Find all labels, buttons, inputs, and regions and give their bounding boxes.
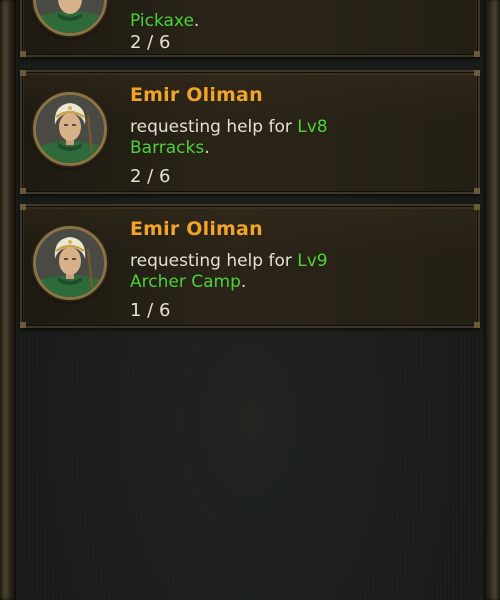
right-frame <box>484 0 500 600</box>
hero-portrait-icon[interactable] <box>33 226 107 300</box>
card-corner <box>20 204 26 210</box>
card-corner <box>20 322 26 328</box>
request-prefix: requesting help for <box>130 117 292 137</box>
request-text: requesting help for Lv9 Archer Camp. <box>130 251 360 293</box>
portrait-art <box>36 95 104 163</box>
alliance-help-screen: Pickaxe. 2 / 6 Emir Oliman requesting he… <box>0 0 500 600</box>
hero-portrait-icon[interactable] <box>33 0 107 36</box>
portrait-art <box>36 229 104 297</box>
help-request-card[interactable]: Emir Oliman requesting help for Lv9 Arch… <box>20 204 480 328</box>
card-corner <box>20 51 26 57</box>
card-corner <box>474 70 480 76</box>
card-corner <box>474 188 480 194</box>
help-request-card[interactable]: Emir Oliman requesting help for Lv8 Barr… <box>20 70 480 194</box>
card-corner <box>474 204 480 210</box>
request-text: Pickaxe. <box>130 11 360 32</box>
help-request-card[interactable]: Pickaxe. 2 / 6 <box>20 0 480 57</box>
portrait-art <box>36 0 104 33</box>
request-period: . <box>240 272 247 292</box>
player-name: Emir Oliman <box>130 218 263 240</box>
building-name: Barracks <box>130 138 205 158</box>
player-name: Emir Oliman <box>130 84 263 106</box>
help-progress: 1 / 6 <box>130 300 171 321</box>
request-period: . <box>204 138 210 158</box>
help-progress: 2 / 6 <box>130 32 171 53</box>
card-corner <box>474 51 480 57</box>
building-level: Lv9 <box>297 251 328 271</box>
card-corner <box>20 188 26 194</box>
help-progress: 2 / 6 <box>130 166 171 187</box>
building-name: Pickaxe <box>130 11 194 31</box>
building-level: Lv8 <box>297 117 328 137</box>
card-corner <box>474 322 480 328</box>
building-name: Archer Camp <box>130 272 241 292</box>
request-prefix: requesting help for <box>130 251 292 271</box>
request-text: requesting help for Lv8 Barracks. <box>130 117 360 159</box>
request-period: . <box>193 11 200 31</box>
left-frame <box>0 0 16 600</box>
hero-portrait-icon[interactable] <box>33 92 107 166</box>
card-corner <box>20 70 26 76</box>
